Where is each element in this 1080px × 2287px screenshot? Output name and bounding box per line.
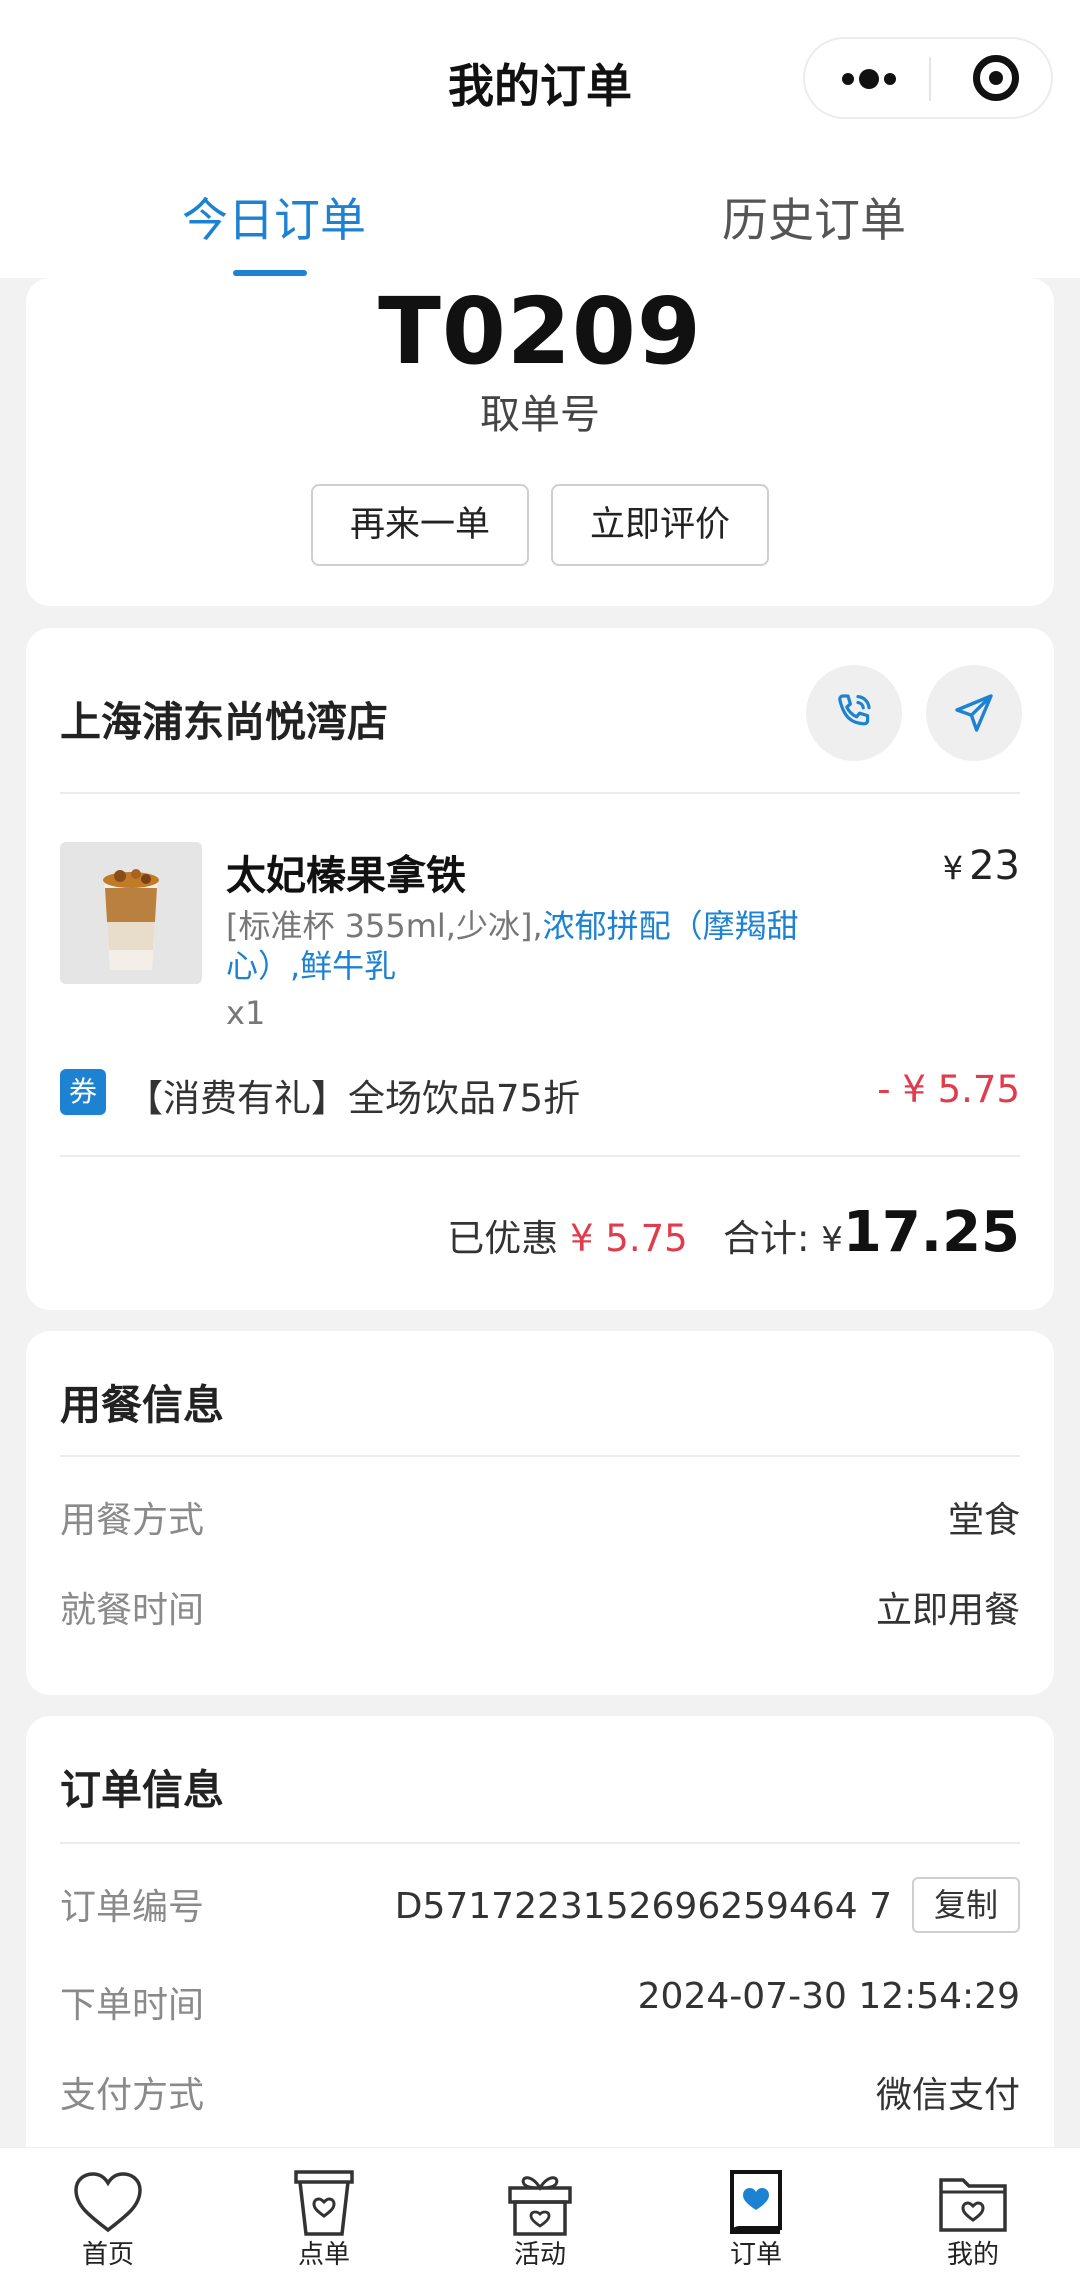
- order-info-title: 订单信息: [60, 1766, 224, 1814]
- order-icon: [730, 2170, 782, 2235]
- order-no-value: D5717223152696259464 7: [394, 1886, 892, 1927]
- total-amount: 17.25: [842, 1200, 1020, 1265]
- pay-method-label: 支付方式: [60, 2075, 205, 2116]
- order-tabs: 今日订单 历史订单: [0, 160, 1080, 278]
- folder-heart-icon: [939, 2178, 1007, 2232]
- pickup-card: T0209 取单号 再来一单 立即评价: [26, 278, 1054, 606]
- phone-icon: [838, 694, 871, 726]
- mini-program-capsule: [803, 37, 1053, 119]
- dining-title: 用餐信息: [60, 1381, 224, 1429]
- close-target-icon[interactable]: [973, 55, 1019, 101]
- dining-time-label: 就餐时间: [60, 1590, 205, 1631]
- order-time-value: 2024-07-30 12:54:29: [637, 1976, 1020, 2017]
- product-quantity: x1: [226, 994, 266, 1032]
- pickup-number: T0209: [378, 278, 702, 385]
- navigation-arrow-icon: [955, 694, 993, 732]
- pickup-label: 取单号: [480, 392, 600, 438]
- tabbar-menu[interactable]: 点单: [249, 2166, 399, 2271]
- order-info-card: 订单信息 订单编号 D5717223152696259464 7 复制 下单时间…: [26, 1716, 1054, 2176]
- order-time-label: 下单时间: [60, 1985, 205, 2026]
- order-detail-card: 上海浦东尚悦湾店 太妃榛果拿铁 ¥23 [标准杯 355ml,少冰],浓郁拼配（…: [26, 628, 1054, 1310]
- divider: [60, 1842, 1020, 1844]
- heart-icon: [74, 2172, 142, 2233]
- coupon-amount: - ¥ 5.75: [877, 1068, 1020, 1111]
- navigate-store-button[interactable]: [926, 665, 1022, 761]
- coupon-badge: 券: [60, 1069, 106, 1115]
- tab-active-indicator: [233, 270, 307, 276]
- coupon-text: 【消费有礼】全场饮品75折: [126, 1077, 581, 1120]
- tabbar-home[interactable]: 首页: [33, 2166, 183, 2271]
- store-name: 上海浦东尚悦湾店: [60, 698, 388, 746]
- tabbar-orders[interactable]: 订单: [681, 2166, 831, 2271]
- divider: [60, 1155, 1020, 1157]
- bottom-tab-bar: 首页 点单 活动 订单 我的: [0, 2147, 1080, 2287]
- gift-icon: [508, 2176, 572, 2236]
- product-spec: [标准杯 355ml,少冰],浓郁拼配（摩羯甜心）,鲜牛乳: [226, 907, 799, 985]
- more-icon[interactable]: [842, 69, 896, 89]
- product-price: ¥23: [942, 843, 1020, 889]
- dining-info-card: 用餐信息 用餐方式 堂食 就餐时间 立即用餐: [26, 1331, 1054, 1695]
- tab-today[interactable]: 今日订单: [182, 184, 366, 250]
- order-summary: 已优惠 ¥ 5.75 合计: ¥17.25: [447, 1200, 1020, 1265]
- reorder-button[interactable]: 再来一单: [311, 484, 529, 566]
- divider: [60, 1455, 1020, 1457]
- capsule-divider: [929, 57, 931, 101]
- product-image: [60, 842, 202, 984]
- review-button[interactable]: 立即评价: [551, 484, 769, 566]
- tabbar-profile[interactable]: 我的: [898, 2166, 1048, 2271]
- dining-time-value: 立即用餐: [875, 1590, 1020, 1631]
- divider: [60, 792, 1020, 794]
- call-store-button[interactable]: [806, 665, 902, 761]
- dining-mode-value: 堂食: [947, 1500, 1020, 1541]
- cup-icon: [294, 2170, 354, 2236]
- tab-history[interactable]: 历史订单: [722, 184, 906, 250]
- dining-mode-label: 用餐方式: [60, 1500, 205, 1541]
- discount-value: ¥ 5.75: [570, 1217, 688, 1260]
- product-name: 太妃榛果拿铁: [226, 853, 466, 899]
- pay-method-value: 微信支付: [875, 2075, 1020, 2116]
- copy-button[interactable]: 复制: [912, 1877, 1020, 1933]
- nav-bar: 我的订单: [0, 0, 1080, 160]
- tabbar-activity[interactable]: 活动: [465, 2166, 615, 2271]
- order-no-label: 订单编号: [60, 1887, 205, 1928]
